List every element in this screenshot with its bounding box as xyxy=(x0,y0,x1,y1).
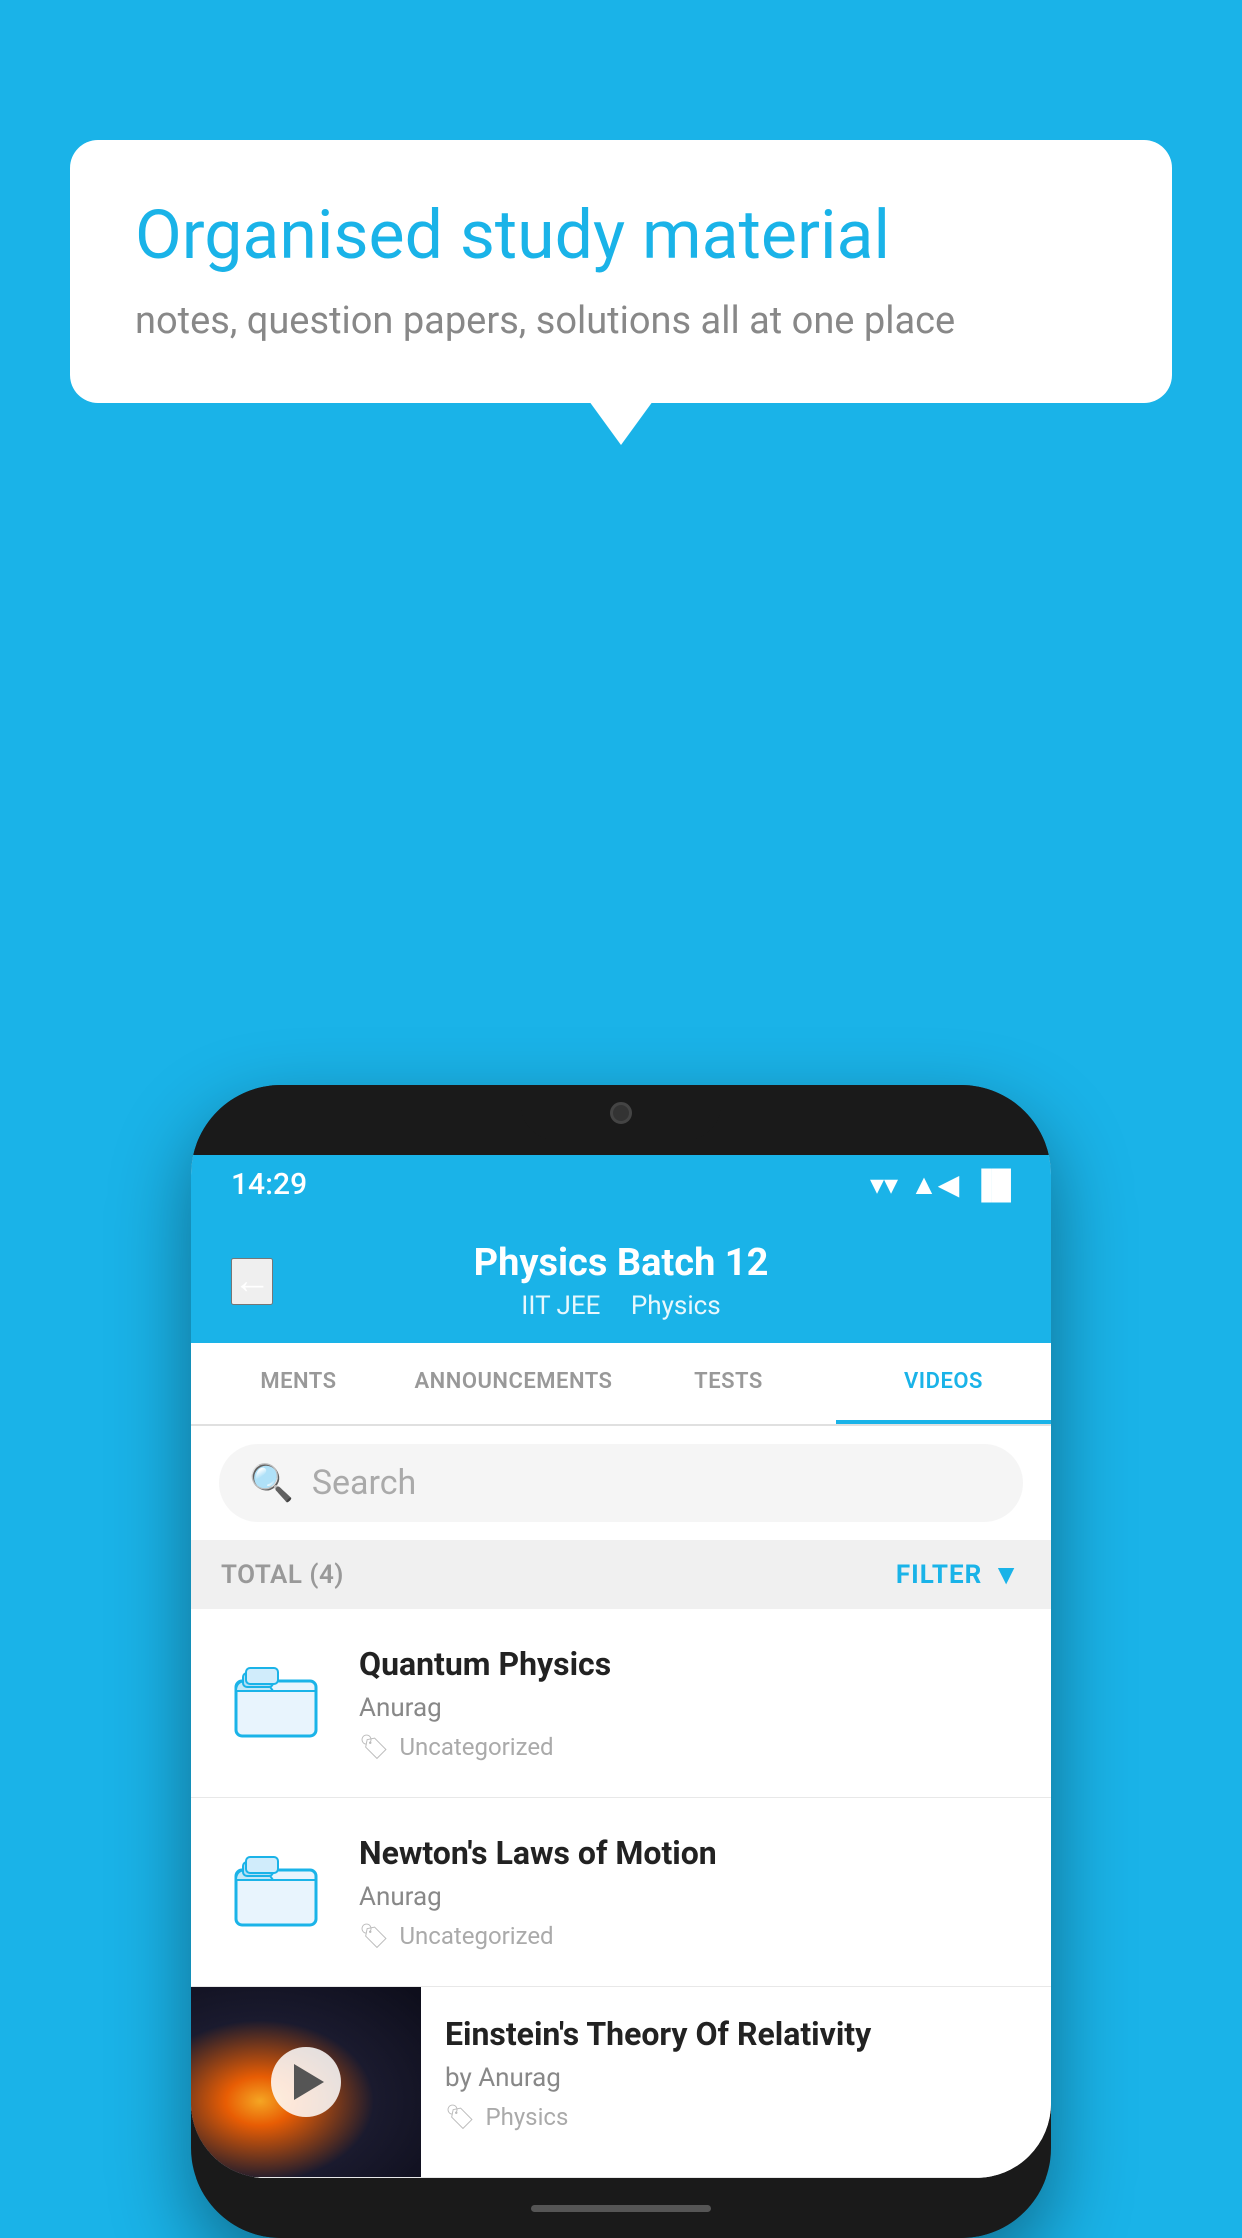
tag-icon: 🏷 xyxy=(359,1922,389,1950)
phone-top-bezel xyxy=(191,1085,1051,1155)
item-tag: 🏷 Uncategorized xyxy=(359,1922,1021,1950)
item-title: Einstein's Theory Of Relativity xyxy=(445,2015,1027,2053)
item-author: Anurag xyxy=(359,1882,1021,1912)
tab-announcements[interactable]: ANNOUNCEMENTS xyxy=(406,1343,621,1424)
front-camera xyxy=(610,1102,632,1124)
tag-label: Uncategorized xyxy=(399,1922,553,1950)
filter-icon: ▼ xyxy=(992,1558,1021,1591)
space-background xyxy=(191,1987,421,2177)
search-input[interactable]: Search xyxy=(312,1463,416,1503)
video-list: Quantum Physics Anurag 🏷 Uncategorized xyxy=(191,1609,1051,2178)
status-time: 14:29 xyxy=(231,1167,307,1202)
header-tag1: IIT JEE xyxy=(521,1291,600,1321)
list-item[interactable]: Newton's Laws of Motion Anurag 🏷 Uncateg… xyxy=(191,1798,1051,1987)
item-title: Quantum Physics xyxy=(359,1645,1021,1683)
header-center: Physics Batch 12 IIT JEE Physics xyxy=(231,1241,1011,1321)
folder-icon xyxy=(231,1663,321,1743)
bubble-subtitle: notes, question papers, solutions all at… xyxy=(135,299,1107,343)
tag-label: Physics xyxy=(485,2103,568,2131)
home-bar[interactable] xyxy=(531,2205,711,2212)
status-bar: 14:29 ▾▾ ▲◀ ▐█ xyxy=(191,1155,1051,1213)
battery-icon: ▐█ xyxy=(971,1168,1011,1201)
video-thumbnail-image xyxy=(191,1987,421,2177)
tab-ments[interactable]: MENTS xyxy=(191,1343,406,1424)
item-author: by Anurag xyxy=(445,2063,1027,2093)
phone-device: 14:29 ▾▾ ▲◀ ▐█ ← Physics Batch 12 IIT JE… xyxy=(191,1085,1051,2238)
item-author: Anurag xyxy=(359,1693,1021,1723)
filter-bar: TOTAL (4) FILTER ▼ xyxy=(191,1540,1051,1609)
wifi-icon: ▾▾ xyxy=(870,1168,898,1201)
header-tag2: Physics xyxy=(631,1291,721,1321)
tabs-bar: MENTS ANNOUNCEMENTS TESTS VIDEOS xyxy=(191,1343,1051,1426)
folder-icon xyxy=(231,1852,321,1932)
tab-tests[interactable]: TESTS xyxy=(621,1343,836,1424)
play-icon xyxy=(294,2064,324,2100)
item-info: Newton's Laws of Motion Anurag 🏷 Uncateg… xyxy=(359,1834,1021,1950)
phone-bottom-bezel xyxy=(191,2178,1051,2238)
filter-label: FILTER xyxy=(896,1560,982,1590)
item-info: Quantum Physics Anurag 🏷 Uncategorized xyxy=(359,1645,1021,1761)
item-thumbnail xyxy=(221,1837,331,1947)
search-container: 🔍 Search xyxy=(191,1426,1051,1540)
item-title: Newton's Laws of Motion xyxy=(359,1834,1021,1872)
tab-videos[interactable]: VIDEOS xyxy=(836,1343,1051,1424)
bubble-title: Organised study material xyxy=(135,195,1107,277)
search-icon: 🔍 xyxy=(249,1462,294,1504)
app-header: ← Physics Batch 12 IIT JEE Physics xyxy=(191,1213,1051,1343)
app-screen: 14:29 ▾▾ ▲◀ ▐█ ← Physics Batch 12 IIT JE… xyxy=(191,1155,1051,2178)
speech-bubble-container: Organised study material notes, question… xyxy=(70,140,1172,403)
search-bar[interactable]: 🔍 Search xyxy=(219,1444,1023,1522)
back-button[interactable]: ← xyxy=(231,1258,273,1305)
item-tag: 🏷 Physics xyxy=(445,2103,1027,2131)
signal-icon: ▲◀ xyxy=(910,1168,959,1201)
speech-bubble: Organised study material notes, question… xyxy=(70,140,1172,403)
item-thumbnail xyxy=(221,1648,331,1758)
tag-label: Uncategorized xyxy=(399,1733,553,1761)
filter-button[interactable]: FILTER ▼ xyxy=(896,1558,1021,1591)
tag-icon: 🏷 xyxy=(445,2103,475,2131)
play-button[interactable] xyxy=(271,2047,341,2117)
header-title: Physics Batch 12 xyxy=(231,1241,1011,1285)
list-item[interactable]: Quantum Physics Anurag 🏷 Uncategorized xyxy=(191,1609,1051,1798)
list-item[interactable]: Einstein's Theory Of Relativity by Anura… xyxy=(191,1987,1051,2178)
item-info: Einstein's Theory Of Relativity by Anura… xyxy=(421,1987,1051,2159)
phone-notch xyxy=(521,1085,721,1140)
total-count: TOTAL (4) xyxy=(221,1560,344,1590)
phone-body: 14:29 ▾▾ ▲◀ ▐█ ← Physics Batch 12 IIT JE… xyxy=(191,1085,1051,2238)
header-subtitle: IIT JEE Physics xyxy=(231,1291,1011,1321)
item-tag: 🏷 Uncategorized xyxy=(359,1733,1021,1761)
status-icons: ▾▾ ▲◀ ▐█ xyxy=(870,1168,1011,1201)
tag-icon: 🏷 xyxy=(359,1733,389,1761)
